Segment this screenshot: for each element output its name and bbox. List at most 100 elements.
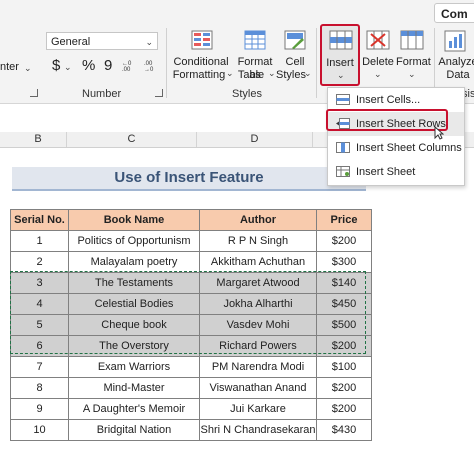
format-button-label: Format <box>396 56 431 68</box>
increase-decimal-icon[interactable]: ←0.00 <box>122 58 138 73</box>
mouse-cursor-icon <box>434 126 444 140</box>
table-row: 9A Daughter's Memoir Jui Karkare $200 <box>10 398 372 420</box>
serial-cell[interactable]: 9 <box>10 398 69 420</box>
chevron-down-icon: ⌄ <box>337 70 345 80</box>
serial-cell[interactable]: 2 <box>10 251 69 273</box>
book-cell[interactable]: Politics of Opportunism <box>68 230 200 252</box>
serial-cell[interactable]: 4 <box>10 293 69 315</box>
column-header-c[interactable]: C <box>67 132 197 147</box>
price-cell[interactable]: $100 <box>316 356 372 378</box>
serial-cell[interactable]: 7 <box>10 356 69 378</box>
table-row-selected: 6 The Overstory Richard Powers $200 <box>10 335 372 357</box>
books-table: Serial No. Book Name Author Price 1 Polit… <box>10 209 372 441</box>
book-cell[interactable]: Cheque book <box>68 314 200 336</box>
menu-item-label: Insert Sheet Columns <box>356 142 462 154</box>
comma-style-button[interactable]: 9 <box>104 57 112 74</box>
column-header-b[interactable]: B <box>10 132 67 147</box>
merge-center-partial[interactable]: nter <box>0 61 19 73</box>
price-cell[interactable]: $200 <box>316 335 372 357</box>
menu-item-insert-sheet[interactable]: Insert Sheet <box>328 160 464 184</box>
price-cell[interactable]: $140 <box>316 272 372 294</box>
header-serial[interactable]: Serial No. <box>10 209 69 231</box>
analyze-data-button[interactable]: Analyze Data <box>438 28 474 86</box>
comments-button[interactable]: Com <box>434 3 474 23</box>
delete-button[interactable]: Delete ⌄ <box>362 28 394 86</box>
author-cell[interactable]: Richard Powers <box>199 335 317 357</box>
table-row-selected: 5 Cheque book Vasdev Mohi $500 <box>10 314 372 336</box>
group-label-styles: Styles <box>232 88 262 100</box>
serial-cell[interactable]: 3 <box>10 272 69 294</box>
decrease-decimal-icon[interactable]: .00 →0 <box>144 58 160 73</box>
author-cell[interactable]: Viswanathan Anand <box>199 377 317 399</box>
book-cell[interactable]: A Daughter's Memoir <box>68 398 200 420</box>
sheet-title: Use of Insert Feature <box>12 167 366 191</box>
book-cell[interactable]: Bridgital Nation <box>68 419 200 441</box>
author-cell[interactable]: Akkitham Achuthan <box>199 251 317 273</box>
cell-styles-icon <box>284 30 306 50</box>
price-cell[interactable]: $450 <box>316 293 372 315</box>
book-cell[interactable]: Mind-Master <box>68 377 200 399</box>
chevron-down-icon: ⌄ <box>145 37 153 47</box>
price-cell[interactable]: $500 <box>316 314 372 336</box>
author-cell[interactable]: Margaret Atwood <box>199 272 317 294</box>
ribbon-separator <box>316 28 317 98</box>
ribbon-separator <box>166 28 167 98</box>
chevron-down-icon: ⌄ <box>408 69 416 79</box>
dialog-launcher-icon[interactable] <box>155 89 163 97</box>
cell-styles-line2: Styles <box>276 69 306 81</box>
cell-styles-button[interactable]: Cell Styles ⌄ <box>276 28 312 86</box>
insert-button-label: Insert <box>326 57 354 69</box>
serial-cell[interactable]: 1 <box>10 230 69 252</box>
analyze-data-line1: Analyze <box>438 56 474 68</box>
author-cell[interactable]: Jui Karkare <box>199 398 317 420</box>
table-row-selected: 4 Celestial Bodies Jokha Alharthi $450 <box>10 293 372 315</box>
table-header-row: Serial No. Book Name Author Price <box>10 209 372 231</box>
serial-cell[interactable]: 10 <box>10 419 69 441</box>
conditional-formatting-button[interactable]: Conditional Formatting ⌄ <box>172 28 234 86</box>
chevron-down-icon[interactable]: ⌄ <box>64 62 72 73</box>
book-cell[interactable]: Malayalam poetry <box>68 251 200 273</box>
menu-item-label: Insert Sheet <box>356 166 416 178</box>
price-cell[interactable]: $200 <box>316 377 372 399</box>
dialog-launcher-icon[interactable] <box>30 89 38 97</box>
format-as-table-button[interactable]: Format as Table ⌄ <box>232 28 278 86</box>
format-as-table-icon <box>244 30 266 50</box>
book-cell[interactable]: The Testaments <box>68 272 200 294</box>
author-cell[interactable]: Shri N Chandrasekaran <box>199 419 317 441</box>
header-price[interactable]: Price <box>316 209 372 231</box>
serial-cell[interactable]: 5 <box>10 314 69 336</box>
number-format-dropdown[interactable]: General ⌄ <box>46 32 158 50</box>
delete-cells-icon <box>366 30 390 50</box>
chevron-down-icon[interactable]: ⌄ <box>24 63 32 74</box>
chevron-down-icon: ⌄ <box>374 69 382 79</box>
currency-button[interactable]: $ <box>52 57 60 74</box>
price-cell[interactable]: $300 <box>316 251 372 273</box>
header-book-name[interactable]: Book Name <box>68 209 200 231</box>
header-author[interactable]: Author <box>199 209 317 231</box>
insert-dropdown-menu: Insert Cells... Insert Sheet Rows Insert… <box>327 87 465 186</box>
book-cell[interactable]: Exam Warriors <box>68 356 200 378</box>
price-cell[interactable]: $200 <box>316 398 372 420</box>
percent-button[interactable]: % <box>82 57 95 74</box>
analyze-data-icon <box>444 30 466 52</box>
conditional-formatting-icon <box>191 30 213 50</box>
author-cell[interactable]: R P N Singh <box>199 230 317 252</box>
price-cell[interactable]: $430 <box>316 419 372 441</box>
price-cell[interactable]: $200 <box>316 230 372 252</box>
table-row: 7 Exam Warriors PM Narendra Modi $100 <box>10 356 372 378</box>
insert-sheet-icon <box>336 166 350 177</box>
book-cell[interactable]: Celestial Bodies <box>68 293 200 315</box>
number-format-value: General <box>51 36 91 48</box>
insert-cells-icon <box>329 30 353 50</box>
author-cell[interactable]: PM Narendra Modi <box>199 356 317 378</box>
delete-button-label: Delete <box>362 56 394 68</box>
book-cell[interactable]: The Overstory <box>68 335 200 357</box>
column-header-d[interactable]: D <box>197 132 313 147</box>
format-button[interactable]: Format ⌄ <box>396 28 431 86</box>
table-row: 8 Mind-Master Viswanathan Anand $200 <box>10 377 372 399</box>
author-cell[interactable]: Jokha Alharthi <box>199 293 317 315</box>
serial-cell[interactable]: 8 <box>10 377 69 399</box>
author-cell[interactable]: Vasdev Mohi <box>199 314 317 336</box>
serial-cell[interactable]: 6 <box>10 335 69 357</box>
insert-button[interactable]: Insert ⌄ <box>320 24 360 86</box>
